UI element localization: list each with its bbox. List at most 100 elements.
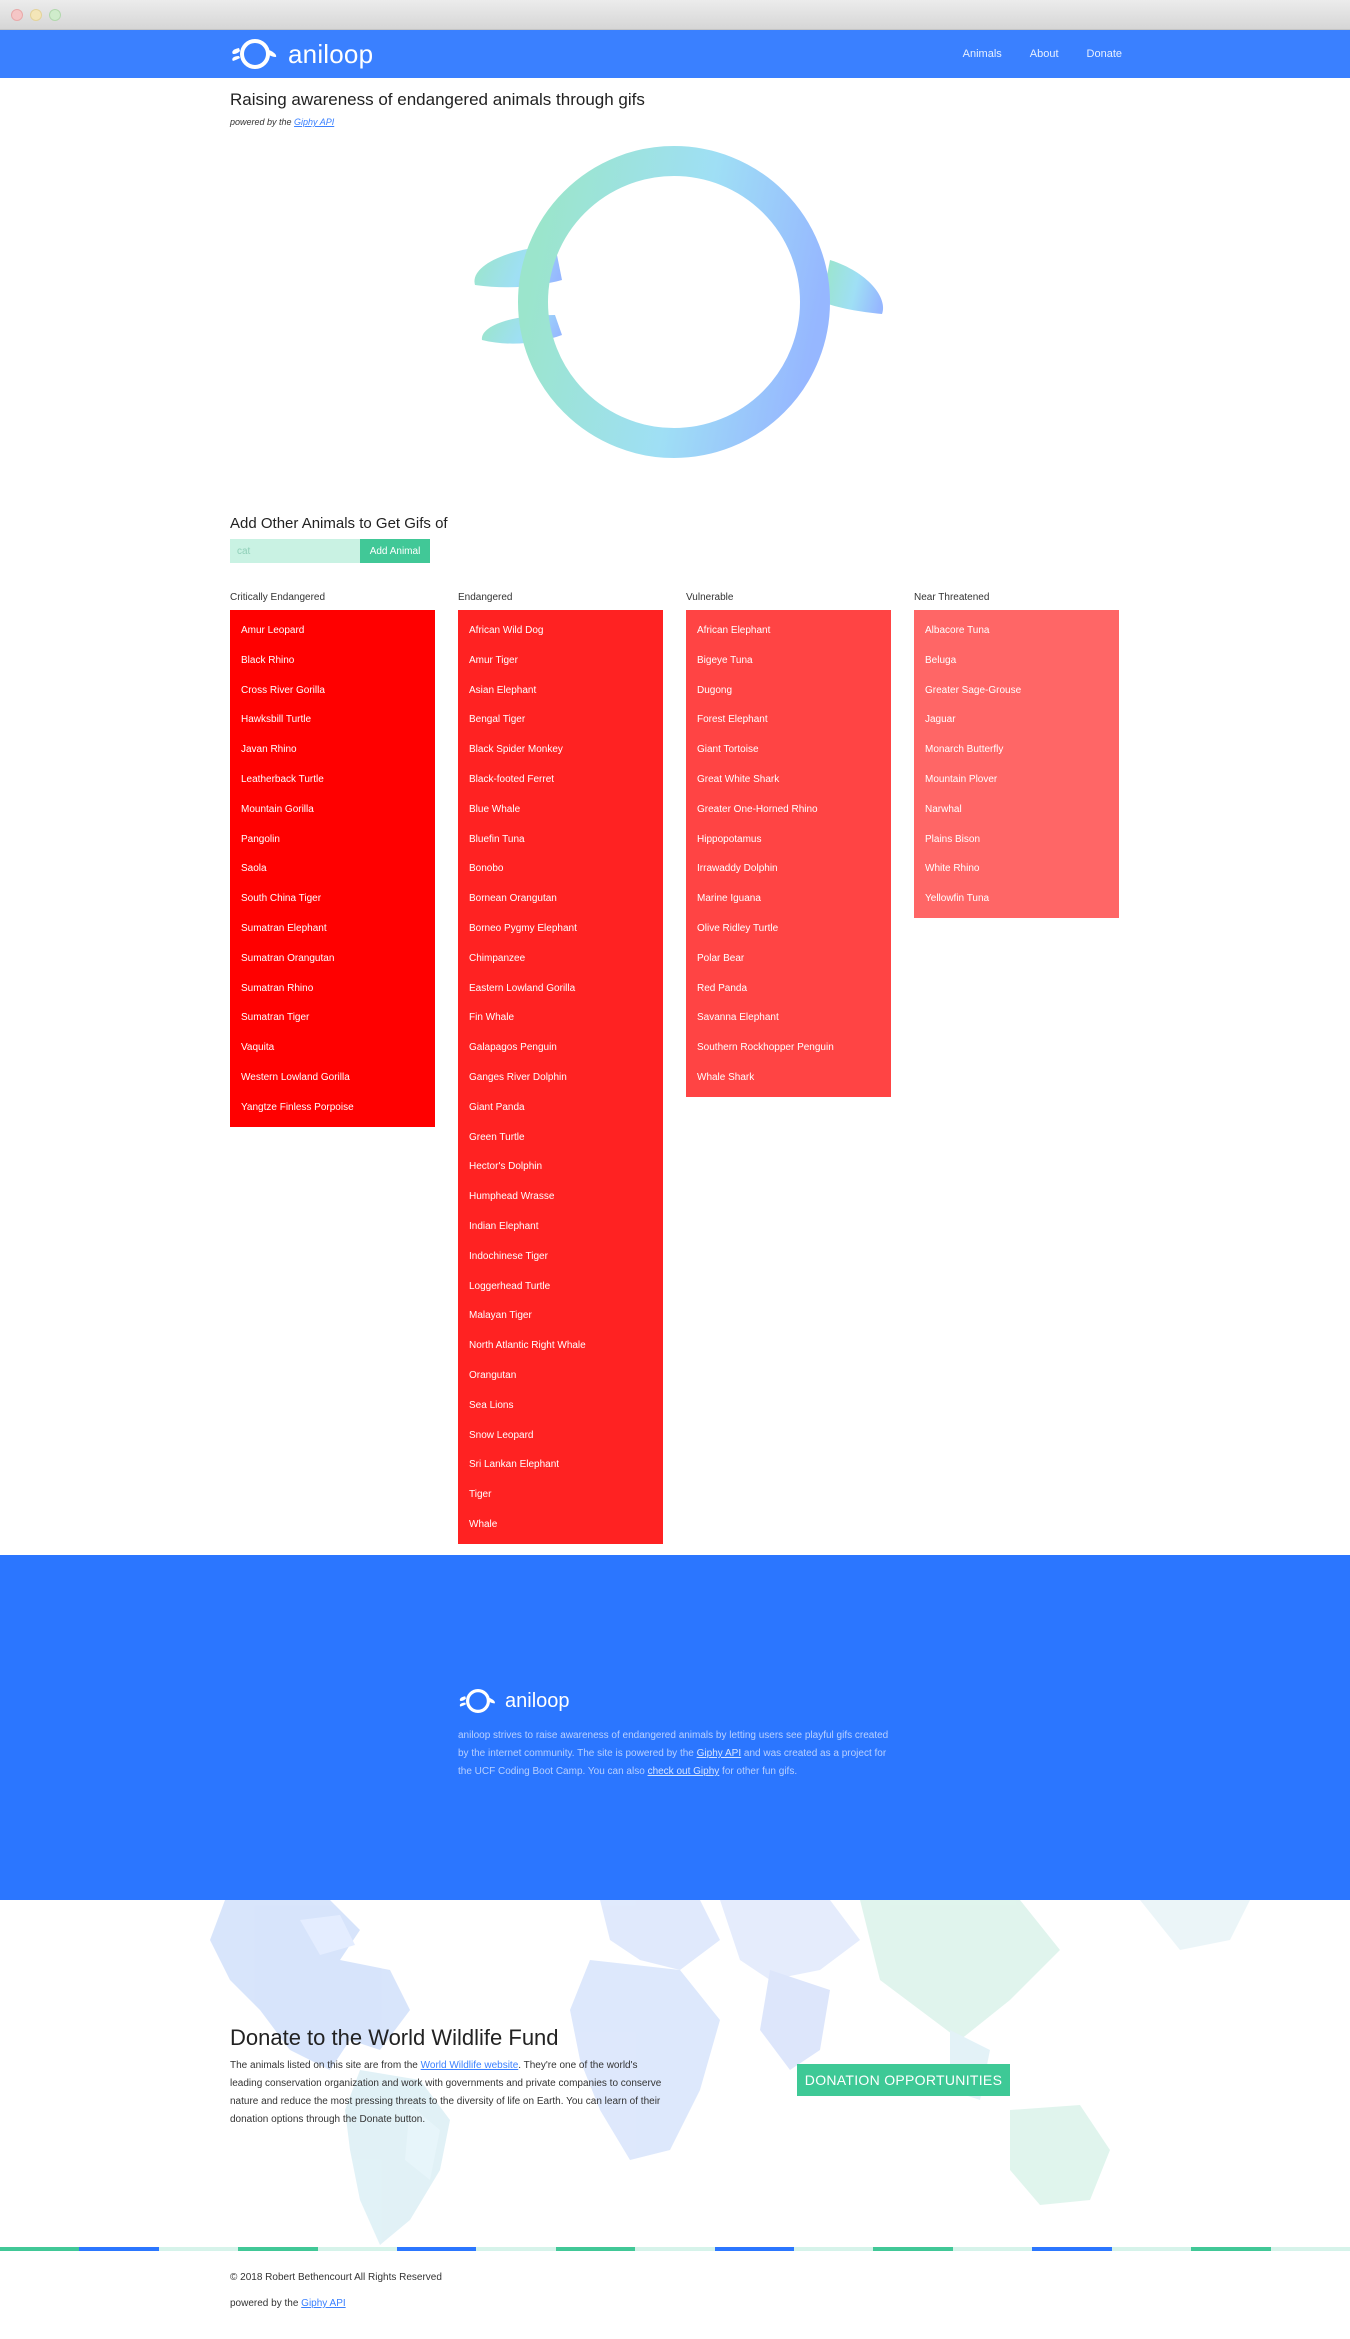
animal-list-item[interactable]: Southern Rockhopper Penguin [686,1033,891,1063]
animal-list-item[interactable]: Galapagos Penguin [458,1033,663,1063]
animal-list-item[interactable]: Bornean Orangutan [458,884,663,914]
animal-list: Albacore Tuna Beluga Greater Sage-Grouse Ja… [914,610,1119,918]
animal-list-item[interactable]: Yangtze Finless Porpoise [230,1093,435,1123]
animal-list-item[interactable]: Bigeye Tuna [686,646,891,676]
animal-list-item[interactable]: Malayan Tiger [458,1301,663,1331]
stripe-segment [1111,2247,1192,2251]
animal-list-item[interactable]: Giant Panda [458,1093,663,1123]
animal-list-item[interactable]: Bluefin Tuna [458,825,663,855]
animal-list-item[interactable]: Red Panda [686,974,891,1004]
animal-list-item[interactable]: Forest Elephant [686,705,891,735]
animal-list-item[interactable]: Green Turtle [458,1123,663,1153]
aniloop-loop-icon [232,39,277,69]
copyright-text: © 2018 Robert Bethencourt All Rights Res… [230,2272,442,2283]
animal-list-item[interactable]: Black Rhino [230,646,435,676]
animal-list-item[interactable]: Marine Iguana [686,884,891,914]
brand-link[interactable]: aniloop [230,35,373,73]
animal-list-item[interactable]: Olive Ridley Turtle [686,914,891,944]
check-out-giphy-link[interactable]: check out Giphy [648,1766,720,1777]
animal-list-item[interactable]: Mountain Gorilla [230,795,435,825]
nav-donate-link[interactable]: Donate [1087,48,1122,60]
animal-list-item[interactable]: Orangutan [458,1361,663,1391]
animal-list-item[interactable]: Sumatran Tiger [230,1003,435,1033]
animal-list-item[interactable]: Javan Rhino [230,735,435,765]
giphy-api-link[interactable]: Giphy API [697,1748,741,1759]
animal-list-item[interactable]: Irrawaddy Dolphin [686,854,891,884]
animal-list-item[interactable]: African Elephant [686,616,891,646]
nav-animals-link[interactable]: Animals [963,48,1002,60]
minimize-window-button[interactable] [30,9,42,21]
animal-list-item[interactable]: Leatherback Turtle [230,765,435,795]
animal-list-item[interactable]: Bonobo [458,854,663,884]
animal-list-item[interactable]: Blue Whale [458,795,663,825]
add-animal-button[interactable]: Add Animal [360,539,430,563]
animal-list-item[interactable]: Greater Sage-Grouse [914,676,1119,706]
animal-list-item[interactable]: Savanna Elephant [686,1003,891,1033]
animal-list-item[interactable]: Chimpanzee [458,944,663,974]
animal-list-item[interactable]: Yellowfin Tuna [914,884,1119,914]
animal-list-item[interactable]: Albacore Tuna [914,616,1119,646]
animal-list-item[interactable]: Humphead Wrasse [458,1182,663,1212]
powered-by-prefix: powered by the [230,117,295,127]
animal-list-item[interactable]: Hawksbill Turtle [230,705,435,735]
animal-list-item[interactable]: Fin Whale [458,1003,663,1033]
animal-list-item[interactable]: Sri Lankan Elephant [458,1450,663,1480]
about-text-3: for other fun gifs. [719,1766,798,1777]
animal-list-item[interactable]: Asian Elephant [458,676,663,706]
world-wildlife-website-link[interactable]: World Wildlife website [421,2060,519,2071]
nav-about-link[interactable]: About [1030,48,1059,60]
animal-list-item[interactable]: Bengal Tiger [458,705,663,735]
animal-list-item[interactable]: Saola [230,854,435,884]
donate-text-1: The animals listed on this site are from… [230,2060,421,2071]
animal-list-item[interactable]: Whale [458,1510,663,1540]
animal-list-item[interactable]: Sumatran Orangutan [230,944,435,974]
animal-list-item[interactable]: Cross River Gorilla [230,676,435,706]
animal-list-item[interactable]: Beluga [914,646,1119,676]
animal-list-item[interactable]: Snow Leopard [458,1421,663,1451]
animal-list-item[interactable]: Giant Tortoise [686,735,891,765]
giphy-api-link[interactable]: Giphy API [301,2298,345,2309]
animal-list-item[interactable]: Black Spider Monkey [458,735,663,765]
animal-list-item[interactable]: Whale Shark [686,1063,891,1093]
animal-list-item[interactable]: White Rhino [914,854,1119,884]
animal-list-item[interactable]: Great White Shark [686,765,891,795]
animal-list-item[interactable]: Eastern Lowland Gorilla [458,974,663,1004]
animal-list-item[interactable]: Jaguar [914,705,1119,735]
animal-list-item[interactable]: Indochinese Tiger [458,1242,663,1272]
animal-list-item[interactable]: Sumatran Elephant [230,914,435,944]
animal-list-item[interactable]: Tiger [458,1480,663,1510]
stripe-segment [476,2247,556,2251]
animal-list-item[interactable]: Vaquita [230,1033,435,1063]
animal-list-item[interactable]: Narwhal [914,795,1119,825]
animal-list-item[interactable]: Sea Lions [458,1391,663,1421]
donate-section [0,1900,1350,2245]
animal-list-item[interactable]: Monarch Butterfly [914,735,1119,765]
animal-list-item[interactable]: Amur Leopard [230,616,435,646]
donation-opportunities-button[interactable]: DONATION OPPORTUNITIES [797,2064,1010,2096]
animal-list-item[interactable]: Dugong [686,676,891,706]
animal-input[interactable] [230,539,360,563]
close-window-button[interactable] [11,9,23,21]
animal-list-item[interactable]: Plains Bison [914,825,1119,855]
animal-list-item[interactable]: Mountain Plover [914,765,1119,795]
animal-list-item[interactable]: Polar Bear [686,944,891,974]
animal-list-item[interactable]: Hippopotamus [686,825,891,855]
stripe-segment [238,2247,318,2251]
animal-list-item[interactable]: Western Lowland Gorilla [230,1063,435,1093]
animal-list-item[interactable]: Borneo Pygmy Elephant [458,914,663,944]
animal-list-item[interactable]: North Atlantic Right Whale [458,1331,663,1361]
animal-list-item[interactable]: Hector's Dolphin [458,1152,663,1182]
animal-list-item[interactable]: Indian Elephant [458,1212,663,1242]
animal-list-item[interactable]: South China Tiger [230,884,435,914]
animal-list-item[interactable]: Greater One-Horned Rhino [686,795,891,825]
animal-list-item[interactable]: Amur Tiger [458,646,663,676]
animal-list-item[interactable]: Pangolin [230,825,435,855]
animal-list-item[interactable]: African Wild Dog [458,616,663,646]
giphy-api-link[interactable]: Giphy API [294,117,334,127]
animal-list-item[interactable]: Loggerhead Turtle [458,1272,663,1302]
animal-list-item[interactable]: Ganges River Dolphin [458,1063,663,1093]
maximize-window-button[interactable] [49,9,61,21]
nav-links: Animals About Donate [935,30,1122,78]
animal-list-item[interactable]: Sumatran Rhino [230,974,435,1004]
animal-list-item[interactable]: Black-footed Ferret [458,765,663,795]
